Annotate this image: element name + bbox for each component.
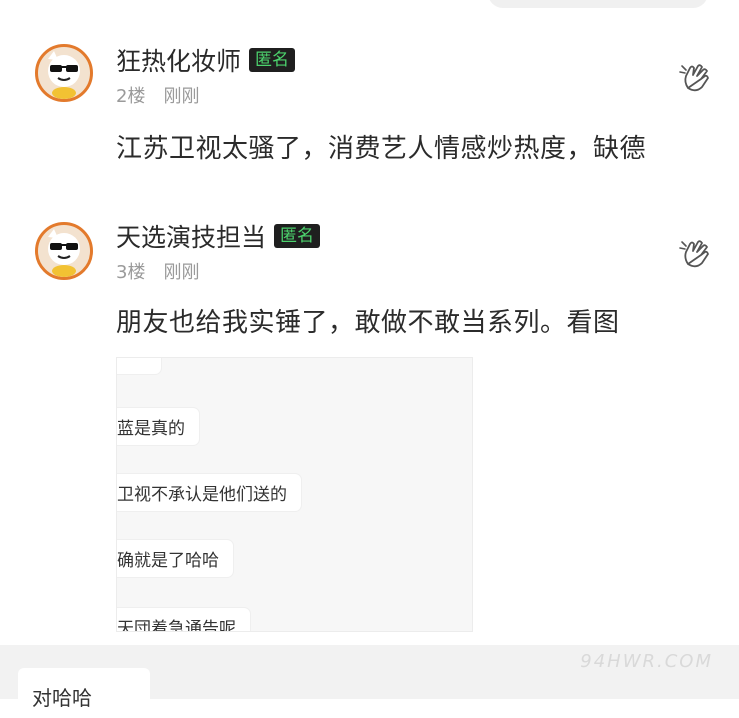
- attached-chat-screenshot[interactable]: 蓝是真的 卫视不承认是他们送的 确就是了哈哈 天団着急通告呢: [116, 357, 473, 632]
- comment-meta: 2楼 刚刚: [116, 82, 199, 108]
- timestamp: 刚刚: [163, 86, 200, 107]
- top-search-pill[interactable]: [488, 0, 708, 8]
- avatar[interactable]: [35, 44, 93, 102]
- reply-input[interactable]: 对哈哈: [18, 668, 150, 718]
- floor-number: 3楼: [116, 262, 146, 283]
- sunglasses-mascot-icon: [48, 51, 80, 99]
- chat-bubble: 天団着急通告呢: [117, 608, 250, 631]
- chat-bubble: 确就是了哈哈: [117, 540, 233, 577]
- finger-heart-icon[interactable]: [676, 58, 716, 98]
- timestamp: 刚刚: [163, 262, 200, 283]
- avatar[interactable]: [35, 222, 93, 280]
- chat-bubble: [117, 358, 161, 374]
- chat-bubble: 卫视不承认是他们送的: [117, 474, 301, 511]
- username[interactable]: 狂热化妆师: [116, 42, 241, 78]
- sunglasses-mascot-icon: [48, 229, 80, 277]
- comment-meta: 3楼 刚刚: [116, 258, 199, 284]
- watermark: 94HWR.COM: [580, 651, 713, 672]
- comment-text: 朋友也给我实锤了，敢做不敢当系列。看图: [116, 308, 620, 338]
- anonymous-badge: 匿名: [274, 224, 321, 248]
- floor-number: 2楼: [116, 86, 146, 107]
- chat-bubble: 蓝是真的: [117, 408, 199, 445]
- comment-text: 江苏卫视太骚了，消费艺人情感炒热度，缺德: [116, 134, 647, 164]
- username[interactable]: 天选演技担当: [116, 218, 266, 254]
- anonymous-badge: 匿名: [249, 48, 296, 72]
- finger-heart-icon[interactable]: [676, 234, 716, 274]
